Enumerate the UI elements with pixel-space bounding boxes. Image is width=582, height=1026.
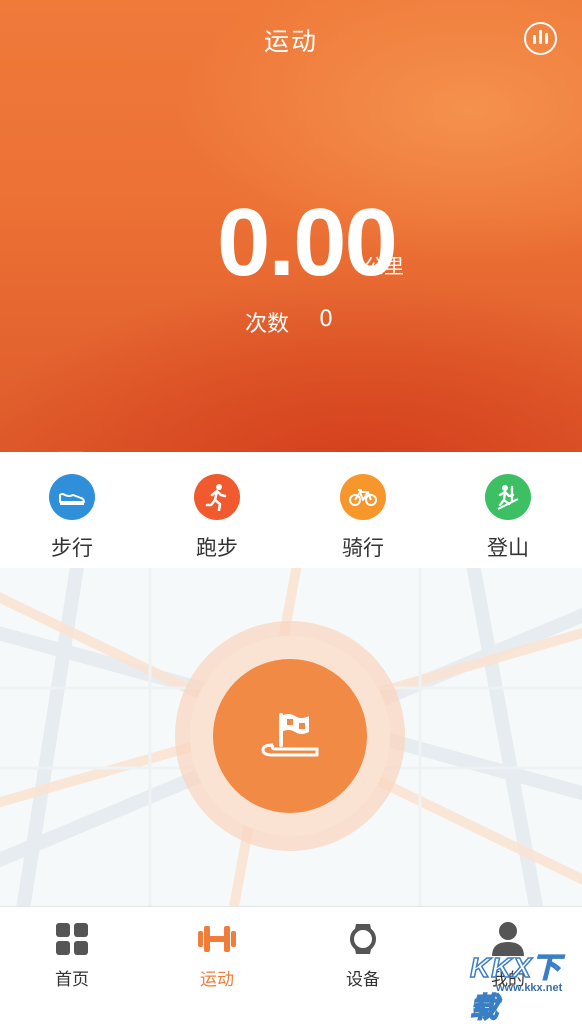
mode-tab-cycle[interactable]: 骑行 xyxy=(313,474,413,562)
watch-icon xyxy=(323,919,403,959)
shoe-icon xyxy=(49,474,95,520)
nav-label-sport: 运动 xyxy=(200,970,234,990)
start-button-container xyxy=(175,621,405,851)
mode-tab-run[interactable]: 跑步 xyxy=(167,474,267,562)
grid-icon xyxy=(32,919,112,959)
distance-unit: 公里 xyxy=(364,254,404,278)
flag-icon xyxy=(259,709,321,763)
mode-label-run: 跑步 xyxy=(196,536,238,560)
mode-label-cycle: 骑行 xyxy=(342,536,384,560)
nav-label-device: 设备 xyxy=(346,970,380,990)
runner-icon xyxy=(194,474,240,520)
mode-label-walk: 步行 xyxy=(51,536,93,560)
watermark-url: www.kkx.net xyxy=(496,982,563,994)
sport-mode-tabs: 步行 跑步 骑行 登山 xyxy=(0,452,582,569)
nav-item-home[interactable]: 首页 xyxy=(32,919,112,990)
start-button[interactable] xyxy=(213,659,367,813)
mode-label-climb: 登山 xyxy=(487,536,529,560)
dumbbell-icon xyxy=(177,919,257,959)
mode-tab-climb[interactable]: 登山 xyxy=(458,474,558,562)
nav-label-home: 首页 xyxy=(55,970,89,990)
page-title: 运动 xyxy=(263,27,318,56)
distance-value: 0.00 xyxy=(217,189,398,296)
header-panel: 运动 0.00 公里 次数 0 xyxy=(0,0,582,452)
bar-chart-icon[interactable] xyxy=(524,22,557,55)
nav-item-sport[interactable]: 运动 xyxy=(177,919,257,990)
bicycle-icon xyxy=(340,474,386,520)
count-label: 次数 xyxy=(245,312,290,337)
nav-item-device[interactable]: 设备 xyxy=(323,919,403,990)
site-watermark: KKX下载 www.kkx.net xyxy=(466,946,582,1024)
mode-tab-walk[interactable]: 步行 xyxy=(22,474,122,562)
count-value: 0 xyxy=(319,307,333,332)
climber-icon xyxy=(485,474,531,520)
